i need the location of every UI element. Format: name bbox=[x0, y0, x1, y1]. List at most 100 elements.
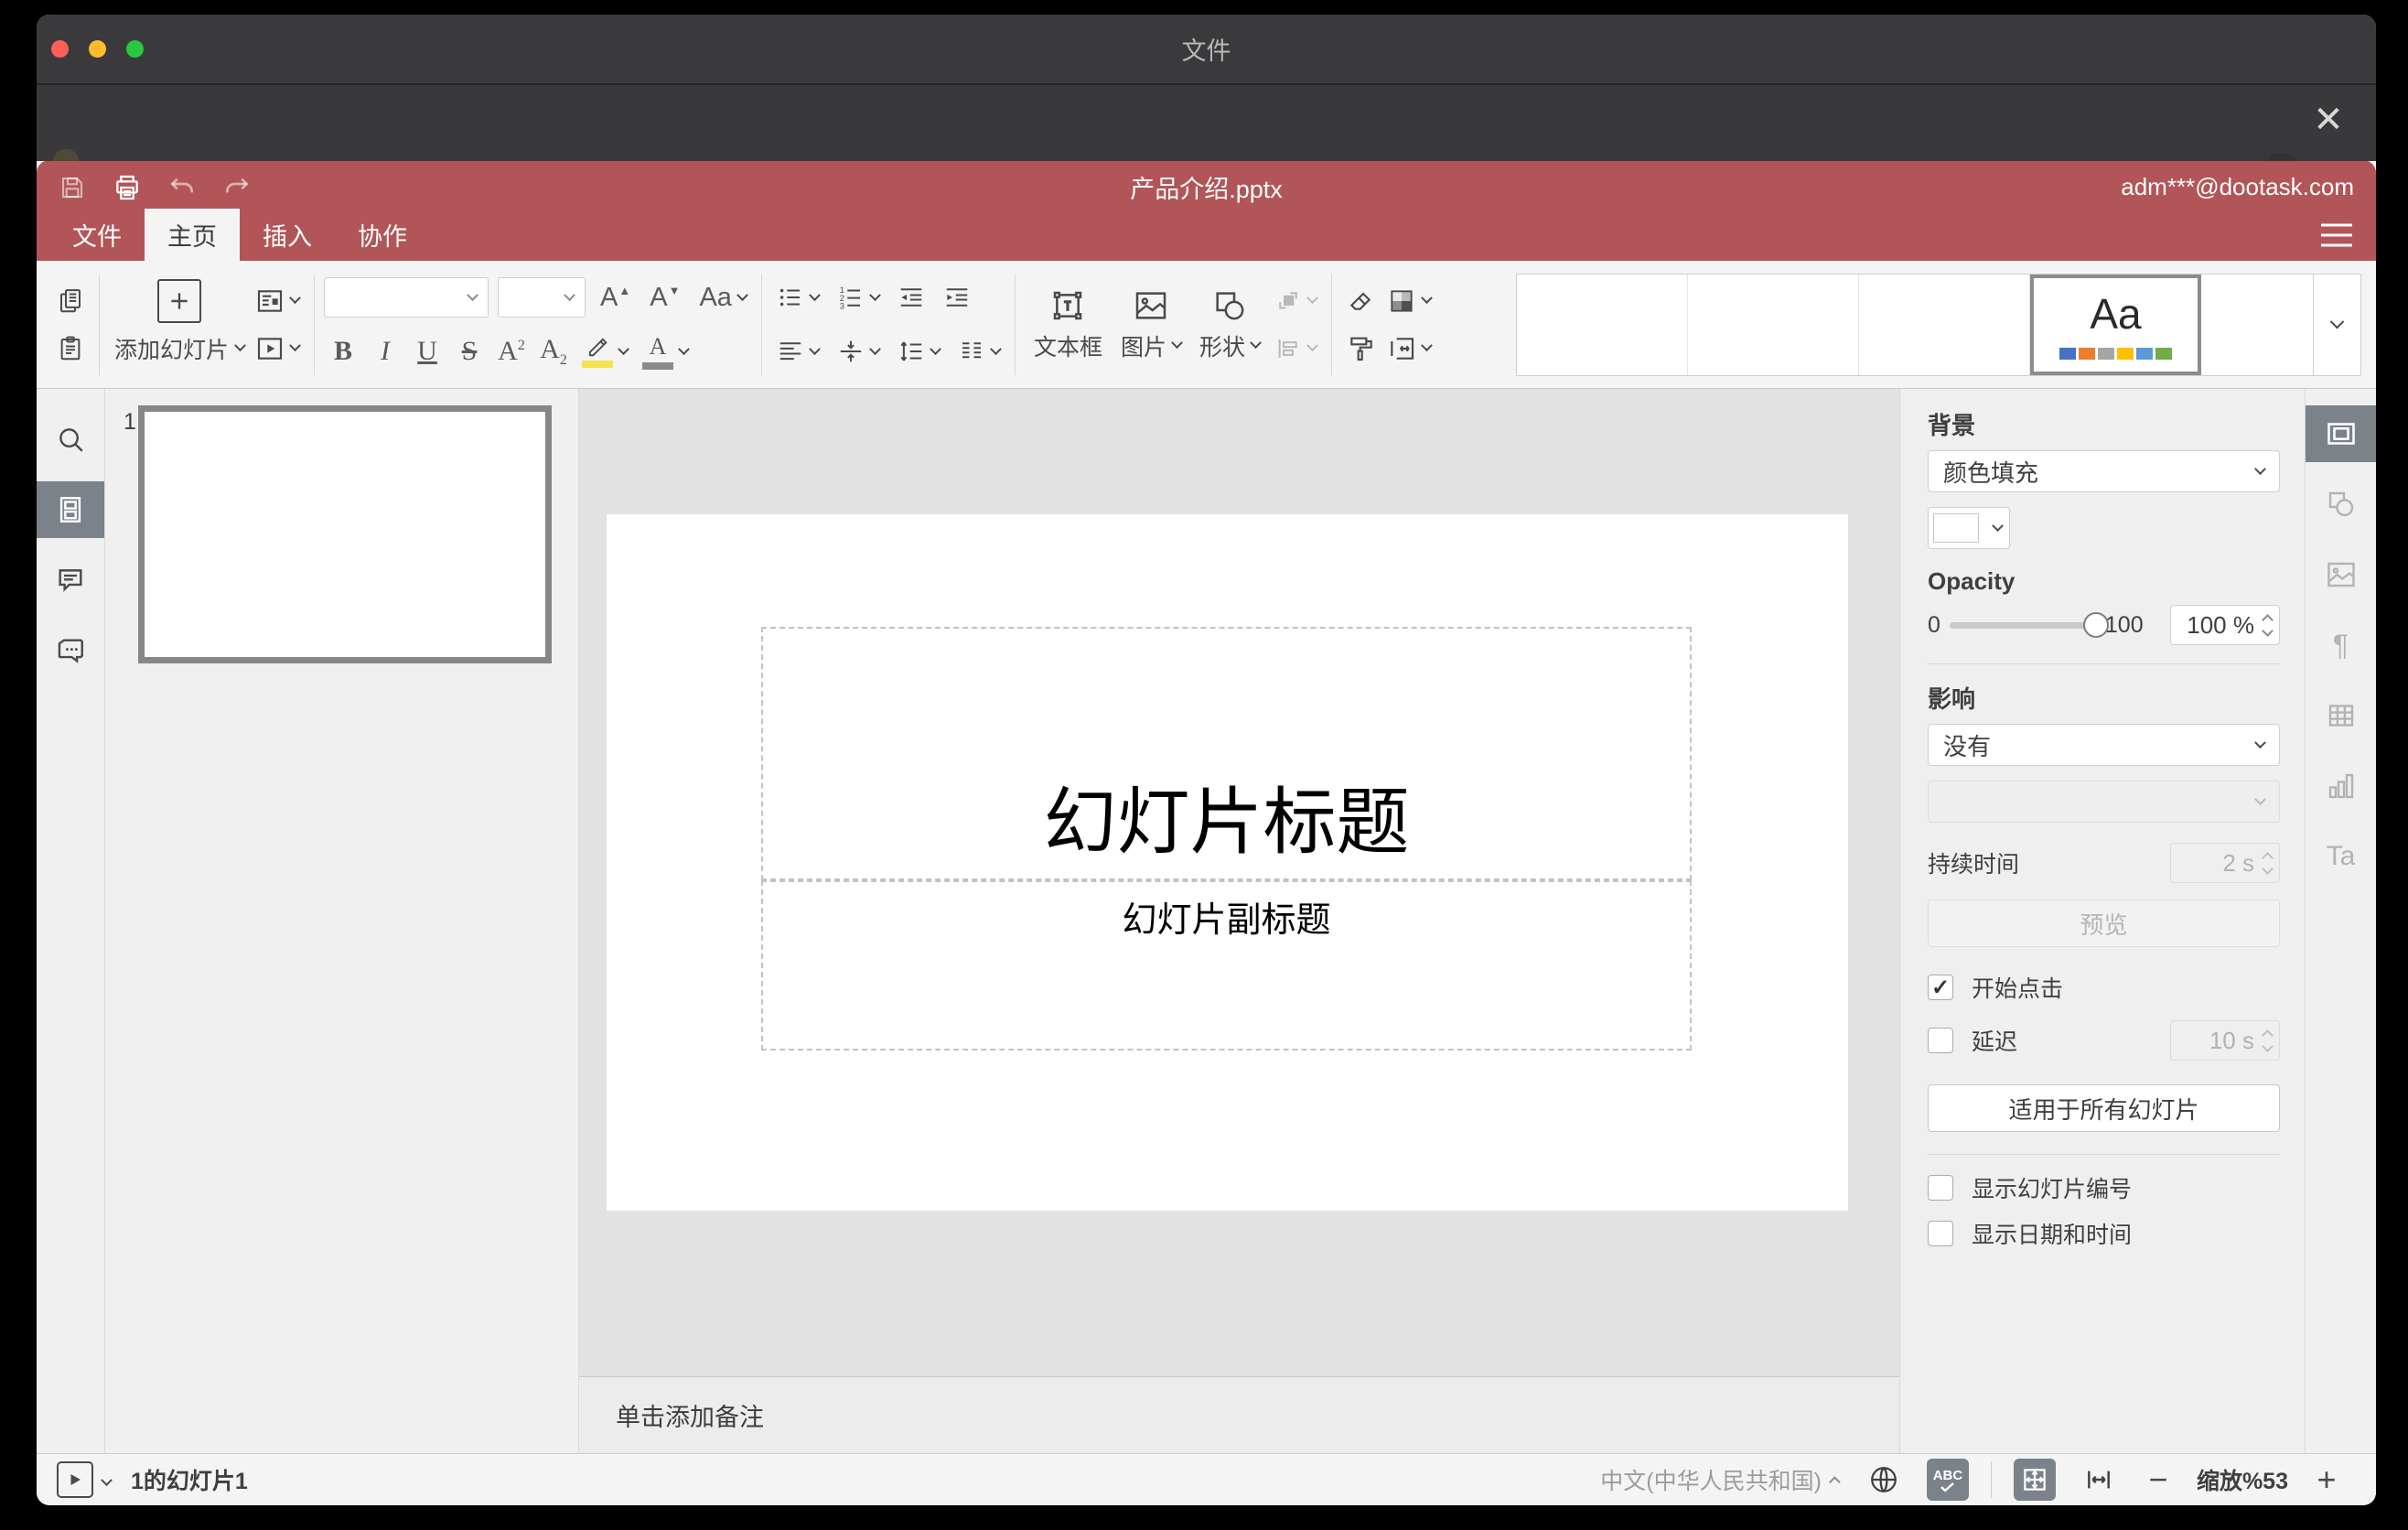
delay-checkbox[interactable] bbox=[1928, 1028, 1953, 1053]
image-settings-tab[interactable] bbox=[2306, 546, 2376, 603]
tab-home[interactable]: 主页 bbox=[145, 209, 240, 261]
spinner-arrows-icon[interactable] bbox=[2262, 613, 2274, 637]
vertical-align-button[interactable] bbox=[832, 329, 885, 374]
slide-size-button[interactable] bbox=[1381, 326, 1436, 372]
spell-language-button[interactable] bbox=[1863, 1459, 1905, 1501]
slides-panel-button[interactable] bbox=[37, 481, 104, 538]
add-slide-dropdown[interactable]: 添加幻灯片 bbox=[109, 326, 250, 372]
spell-check-button[interactable]: ABC bbox=[1926, 1459, 1969, 1501]
columns-button[interactable] bbox=[952, 329, 1005, 374]
theme-option[interactable] bbox=[1517, 274, 1688, 375]
spellcheck-icon: ABC bbox=[1933, 1469, 1962, 1492]
slide-canvas[interactable]: 幻灯片标题 幻灯片副标题 bbox=[607, 514, 1848, 1211]
slide-subtitle-placeholder[interactable]: 幻灯片副标题 bbox=[761, 880, 1692, 1051]
start-slideshow-status-button[interactable] bbox=[57, 1461, 93, 1498]
bullets-button[interactable] bbox=[771, 275, 824, 320]
show-date-time-checkbox[interactable] bbox=[1928, 1221, 1953, 1246]
underline-button[interactable]: U bbox=[408, 329, 446, 374]
background-color-picker[interactable] bbox=[1928, 507, 2010, 549]
decrease-indent-button[interactable] bbox=[892, 275, 930, 320]
slide-settings-tab[interactable] bbox=[2306, 405, 2376, 462]
text-box-button[interactable]: 文本框 bbox=[1025, 272, 1112, 378]
copy-button[interactable] bbox=[51, 278, 90, 324]
start-on-click-checkbox[interactable]: ✓ bbox=[1928, 975, 1953, 1000]
increase-indent-button[interactable] bbox=[938, 275, 976, 320]
minimize-window-button[interactable] bbox=[89, 40, 106, 58]
chart-settings-tab[interactable] bbox=[2306, 758, 2376, 814]
paragraph-settings-tab[interactable]: ¶ bbox=[2306, 617, 2376, 673]
textart-settings-tab[interactable]: Ta bbox=[2306, 828, 2376, 885]
font-color-button[interactable]: A bbox=[637, 329, 693, 374]
bold-button[interactable]: B bbox=[324, 329, 362, 374]
theme-gallery-expand-button[interactable] bbox=[2314, 273, 2361, 376]
chevron-down-icon bbox=[564, 288, 575, 301]
slider-thumb[interactable] bbox=[2082, 612, 2109, 638]
subscript-button[interactable]: A2 bbox=[534, 329, 573, 374]
zoom-out-button[interactable]: − bbox=[2142, 1460, 2175, 1499]
insert-image-button[interactable]: 图片 bbox=[1112, 272, 1190, 378]
search-panel-button[interactable] bbox=[37, 411, 104, 468]
left-panel-tabs bbox=[37, 389, 105, 1453]
theme-option[interactable] bbox=[1688, 274, 1859, 375]
add-slide-button[interactable] bbox=[152, 278, 207, 324]
copy-style-button[interactable] bbox=[1341, 326, 1381, 372]
insert-shape-button[interactable]: 形状 bbox=[1190, 272, 1269, 378]
close-window-button[interactable] bbox=[51, 40, 69, 58]
zoom-level[interactable]: 缩放%53 bbox=[2197, 1463, 2288, 1496]
clear-style-button[interactable] bbox=[1341, 278, 1381, 324]
slide-layout-button[interactable] bbox=[250, 278, 305, 324]
print-icon[interactable] bbox=[112, 172, 143, 203]
theme-option[interactable] bbox=[1859, 274, 2030, 375]
table-settings-tab[interactable] bbox=[2306, 687, 2376, 744]
decrease-font-button[interactable]: A▼ bbox=[644, 275, 684, 320]
color-swatch bbox=[1933, 513, 1979, 543]
undo-icon[interactable] bbox=[167, 172, 198, 203]
document-language-button[interactable]: 中文(中华人民共和国) bbox=[1600, 1463, 1841, 1496]
fit-to-slide-button[interactable] bbox=[2013, 1459, 2056, 1501]
tab-file[interactable]: 文件 bbox=[49, 209, 145, 261]
theme-option[interactable] bbox=[2201, 275, 2313, 375]
chevron-down-icon[interactable] bbox=[101, 1473, 113, 1486]
zoom-window-button[interactable] bbox=[126, 40, 144, 58]
highlight-color-button[interactable] bbox=[576, 329, 633, 374]
paste-button[interactable] bbox=[51, 326, 90, 372]
theme-option-selected[interactable]: Aa bbox=[2030, 274, 2201, 375]
slide-title-placeholder[interactable]: 幻灯片标题 bbox=[761, 627, 1692, 880]
increase-font-button[interactable]: A▲ bbox=[595, 275, 635, 320]
zoom-in-button[interactable]: + bbox=[2310, 1460, 2343, 1499]
change-case-button[interactable]: Aa bbox=[693, 275, 751, 320]
tab-collaboration[interactable]: 协作 bbox=[335, 209, 430, 261]
opacity-spinner[interactable]: 100 % bbox=[2170, 605, 2280, 645]
font-size-combo[interactable] bbox=[498, 277, 586, 318]
color-scheme-button[interactable] bbox=[1381, 278, 1436, 324]
fit-width-icon bbox=[2088, 1471, 2110, 1489]
menu-icon[interactable] bbox=[2321, 223, 2352, 246]
start-slideshow-button[interactable] bbox=[250, 326, 305, 372]
font-name-combo[interactable] bbox=[324, 277, 489, 318]
background-fill-select[interactable]: 颜色填充 bbox=[1928, 450, 2280, 492]
align-shape-button[interactable] bbox=[1269, 326, 1322, 372]
account-email[interactable]: adm***@dootask.com bbox=[2121, 173, 2354, 201]
close-icon[interactable]: ✕ bbox=[2306, 98, 2350, 142]
comments-panel-button[interactable] bbox=[37, 552, 104, 609]
tab-insert[interactable]: 插入 bbox=[240, 209, 335, 261]
horizontal-align-button[interactable] bbox=[771, 329, 824, 374]
arrange-shape-button[interactable] bbox=[1269, 278, 1322, 324]
shape-settings-tab[interactable] bbox=[2306, 476, 2376, 533]
chat-panel-button[interactable] bbox=[37, 622, 104, 679]
effect-select[interactable]: 没有 bbox=[1928, 724, 2280, 766]
numbering-button[interactable]: 123 bbox=[832, 275, 885, 320]
apply-to-all-slides-button[interactable]: 适用于所有幻灯片 bbox=[1928, 1084, 2280, 1132]
line-spacing-button[interactable] bbox=[892, 329, 945, 374]
fit-to-width-button[interactable] bbox=[2078, 1459, 2120, 1501]
redo-icon[interactable] bbox=[221, 172, 253, 203]
show-slide-number-checkbox[interactable] bbox=[1928, 1175, 1953, 1201]
superscript-button[interactable]: A2 bbox=[492, 329, 531, 374]
save-icon[interactable] bbox=[57, 172, 88, 203]
slide-thumbnail[interactable] bbox=[138, 405, 552, 663]
notes-area[interactable]: 单击添加备注 bbox=[579, 1376, 1899, 1453]
italic-button[interactable]: I bbox=[366, 329, 404, 374]
opacity-slider[interactable] bbox=[1949, 612, 2109, 638]
chevron-down-icon bbox=[2254, 462, 2266, 475]
strikeout-button[interactable]: S bbox=[450, 329, 489, 374]
